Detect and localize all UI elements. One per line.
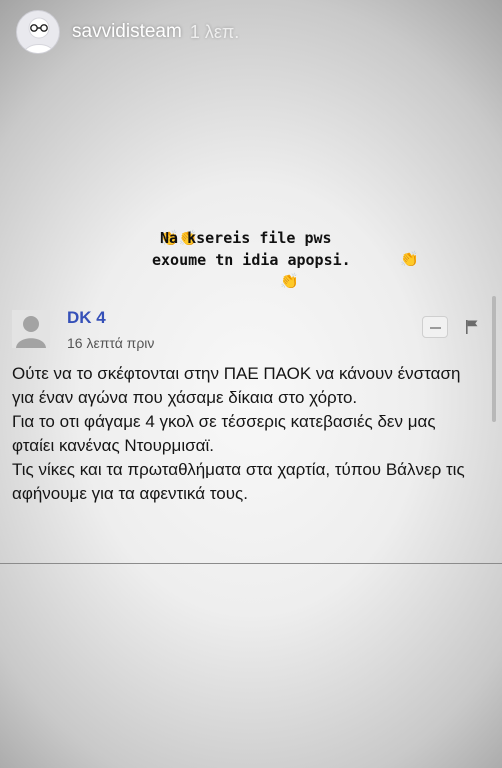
- story-username[interactable]: savvidisteam: [72, 21, 182, 43]
- comment-paragraph: Ούτε να το σκέφτονται στην ΠΑΕ ΠΑΟΚ να κ…: [12, 364, 461, 407]
- profile-avatar[interactable]: [16, 10, 60, 54]
- comment-paragraph: Τις νίκες και τα πρωταθλήματα στα χαρτία…: [12, 460, 465, 503]
- caption-line-1: Na ksereis file pws: [160, 229, 332, 247]
- comment-paragraph: Για το οτι φάγαμε 4 γκολ σε τέσσερις κατ…: [12, 412, 436, 455]
- clapping-hands-emoji: 👏: [280, 273, 299, 290]
- comment-author[interactable]: DK 4: [67, 308, 106, 328]
- divider: [0, 563, 502, 564]
- clapping-hands-emoji: 👏: [400, 251, 419, 268]
- caption-line-2: exoume tn idia apopsi.: [152, 251, 351, 269]
- collapse-comment-button[interactable]: [422, 316, 448, 338]
- story-header: savvidisteam 1 λεπ.: [16, 10, 239, 54]
- glasses-avatar-icon: [23, 17, 55, 53]
- comment-card: DK 4 16 λεπτά πριν Ούτε να το σκέφτονται…: [0, 296, 502, 564]
- flag-icon[interactable]: [465, 319, 479, 335]
- comment-timestamp: 16 λεπτά πριν: [67, 335, 155, 351]
- scrollbar[interactable]: [492, 296, 496, 422]
- user-silhouette-icon: [12, 310, 50, 348]
- story-time: 1 λεπ.: [189, 21, 240, 42]
- comment-body: Ούτε να το σκέφτονται στην ΠΑΕ ΠΑΟΚ να κ…: [12, 362, 482, 506]
